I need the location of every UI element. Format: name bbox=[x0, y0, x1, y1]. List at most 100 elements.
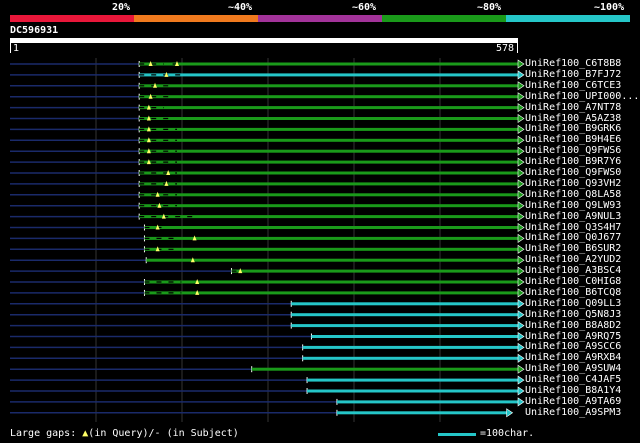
hit-bar bbox=[139, 182, 518, 186]
hit-row[interactable] bbox=[10, 364, 525, 374]
hit-arrow bbox=[517, 353, 525, 363]
hit-arrow bbox=[517, 288, 525, 298]
hit-bar bbox=[302, 345, 518, 349]
hit-name-link[interactable]: UniRef100_C6T8B8 bbox=[525, 59, 621, 69]
hit-row[interactable] bbox=[10, 331, 525, 342]
hit-row[interactable] bbox=[10, 146, 525, 156]
scale-label: =100char. bbox=[480, 428, 535, 439]
hit-bar bbox=[144, 280, 518, 284]
hit-bar bbox=[291, 324, 518, 328]
hit-row[interactable] bbox=[10, 233, 525, 243]
hit-row[interactable] bbox=[10, 375, 525, 385]
hit-bar bbox=[291, 302, 518, 306]
gap-legend: Large gaps: ▲(in Query)/- (in Subject) bbox=[10, 428, 239, 439]
hit-bar bbox=[146, 258, 518, 262]
hit-row[interactable] bbox=[10, 342, 525, 352]
hit-row[interactable] bbox=[10, 222, 525, 233]
hit-bar bbox=[139, 171, 518, 175]
hit-bar bbox=[139, 149, 518, 153]
scale-bar bbox=[438, 433, 476, 436]
hit-name-link[interactable]: UniRef100_UPI000... bbox=[525, 91, 639, 102]
hit-bar bbox=[139, 160, 518, 164]
hit-name-link[interactable]: UniRef100_B9H4E6 bbox=[525, 135, 621, 145]
hit-name-link[interactable]: UniRef100_B9GRK6 bbox=[525, 124, 621, 134]
hit-name-link[interactable]: UniRef100_A9RXB4 bbox=[525, 353, 621, 363]
hit-bar bbox=[139, 117, 518, 120]
hit-row[interactable] bbox=[10, 408, 514, 418]
hit-row[interactable] bbox=[10, 124, 525, 134]
hit-bar bbox=[291, 313, 518, 317]
hit-row[interactable] bbox=[10, 255, 525, 265]
hit-row[interactable] bbox=[10, 244, 525, 254]
hit-row[interactable] bbox=[10, 190, 525, 200]
hit-name-link[interactable]: UniRef100_C0HIG8 bbox=[525, 277, 621, 287]
hit-arrow bbox=[517, 103, 525, 113]
hit-row[interactable] bbox=[10, 212, 525, 222]
hit-row[interactable] bbox=[10, 353, 525, 363]
hit-arrow bbox=[517, 397, 525, 407]
hit-row[interactable] bbox=[10, 157, 525, 167]
hit-name-link[interactable]: UniRef100_A9SPM3 bbox=[525, 407, 621, 418]
hit-row[interactable] bbox=[10, 310, 525, 320]
hit-name-link[interactable]: UniRef100_Q0J677 bbox=[525, 233, 621, 243]
hit-name-link[interactable]: UniRef100_B7FJ72 bbox=[525, 69, 621, 80]
hit-name-link[interactable]: UniRef100_C4JAF5 bbox=[525, 375, 621, 385]
hit-bar bbox=[139, 84, 518, 88]
hit-name-link[interactable]: UniRef100_A9TA69 bbox=[525, 396, 621, 407]
hit-name-link[interactable]: UniRef100_B8A1Y4 bbox=[525, 386, 621, 396]
hit-row[interactable] bbox=[10, 113, 525, 124]
hit-name-link[interactable]: UniRef100_Q9FWS0 bbox=[525, 168, 621, 178]
hit-name-link[interactable]: UniRef100_A3BSC4 bbox=[525, 266, 621, 276]
hit-name-link[interactable]: UniRef100_Q09LL3 bbox=[525, 298, 621, 309]
hit-row[interactable] bbox=[10, 168, 525, 178]
hit-name-link[interactable]: UniRef100_A9SUW4 bbox=[525, 364, 621, 374]
hit-row[interactable] bbox=[10, 70, 525, 80]
hit-row[interactable] bbox=[10, 179, 525, 189]
hit-name-link[interactable]: UniRef100_B8A8D2 bbox=[525, 320, 621, 331]
hit-arrow bbox=[517, 135, 525, 145]
hit-row[interactable] bbox=[10, 135, 525, 145]
hit-name-link[interactable]: UniRef100_C6TCE3 bbox=[525, 80, 621, 91]
hit-name-link[interactable]: UniRef100_Q9LW93 bbox=[525, 200, 621, 211]
hit-name-link[interactable]: UniRef100_Q5N8J3 bbox=[525, 309, 621, 320]
hit-arrow bbox=[517, 321, 525, 331]
hit-row[interactable] bbox=[10, 92, 525, 102]
hit-arrow bbox=[517, 212, 525, 222]
hit-row[interactable] bbox=[10, 59, 525, 69]
hit-name-link[interactable]: UniRef100_Q9FWS6 bbox=[525, 146, 621, 156]
gaps-text: (in Query)/- (in Subject) bbox=[88, 428, 239, 439]
hit-bar bbox=[251, 367, 518, 371]
hit-name-link[interactable]: UniRef100_B9R7Y6 bbox=[525, 157, 621, 167]
hit-arrow bbox=[517, 113, 525, 124]
hit-row[interactable] bbox=[10, 386, 525, 396]
hit-name-link[interactable]: UniRef100_Q8LA58 bbox=[525, 189, 621, 200]
hit-name-link[interactable]: UniRef100_Q93VH2 bbox=[525, 178, 621, 189]
hit-row[interactable] bbox=[10, 201, 525, 211]
hit-name-link[interactable]: UniRef100_A2YUD2 bbox=[525, 255, 621, 265]
hit-bar bbox=[139, 127, 518, 131]
hit-name-link[interactable]: UniRef100_A9SCC6 bbox=[525, 342, 621, 352]
hit-row[interactable] bbox=[10, 277, 525, 287]
hit-row[interactable] bbox=[10, 266, 525, 276]
hit-arrow bbox=[517, 386, 525, 396]
hit-row[interactable] bbox=[10, 299, 525, 309]
hit-arrow bbox=[517, 201, 525, 211]
hit-arrow bbox=[517, 266, 525, 276]
hit-row[interactable] bbox=[10, 103, 525, 113]
hit-name-link[interactable]: UniRef100_A7NT78 bbox=[525, 102, 621, 113]
hit-name-link[interactable]: UniRef100_B6SUR2 bbox=[525, 244, 621, 254]
gaps-label: Large gaps: bbox=[10, 428, 77, 439]
hit-bar bbox=[139, 204, 518, 208]
hit-arrow bbox=[517, 146, 525, 156]
hit-name-link[interactable]: UniRef100_A5AZ38 bbox=[525, 113, 621, 124]
hit-row[interactable] bbox=[10, 81, 525, 91]
hit-row[interactable] bbox=[10, 321, 525, 331]
hit-bar bbox=[144, 226, 518, 229]
hit-arrow bbox=[517, 179, 525, 189]
hit-row[interactable] bbox=[10, 397, 525, 407]
hit-name-link[interactable]: UniRef100_A9NUL3 bbox=[525, 211, 621, 222]
hit-name-link[interactable]: UniRef100_A9RQ75 bbox=[525, 331, 621, 342]
hit-name-link[interactable]: UniRef100_B6TCQ8 bbox=[525, 287, 621, 298]
hit-row[interactable] bbox=[10, 288, 525, 298]
hit-name-link[interactable]: UniRef100_Q3S4H7 bbox=[525, 222, 621, 233]
